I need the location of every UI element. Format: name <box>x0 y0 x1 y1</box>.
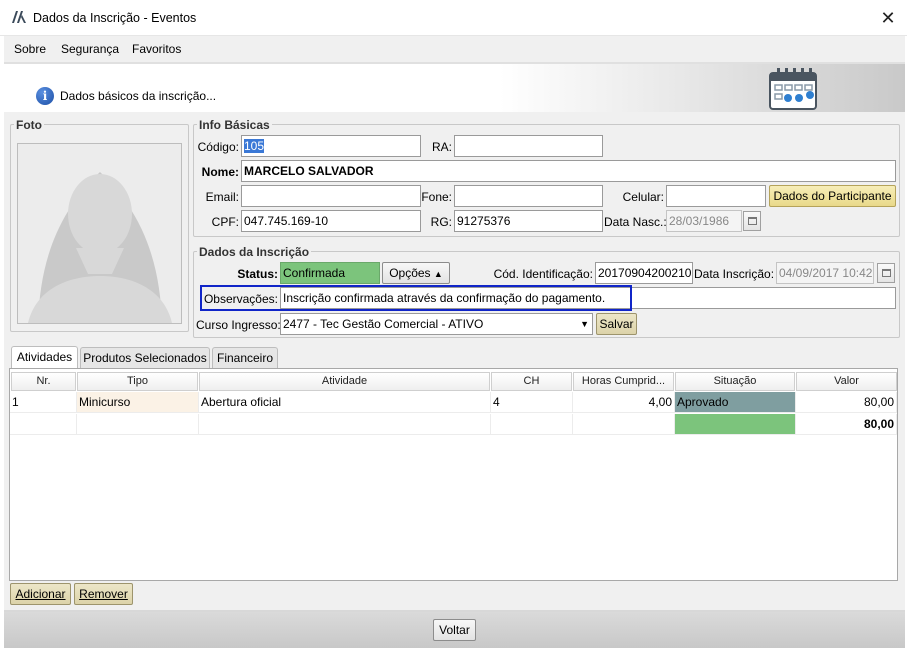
cell-situacao[interactable]: Aprovado <box>675 392 796 413</box>
calendar-picker-icon[interactable] <box>743 211 761 231</box>
foto-label: Foto <box>14 118 44 132</box>
cell-atividade[interactable]: Abertura oficial <box>199 392 491 413</box>
voltar-button[interactable]: Voltar <box>433 619 476 641</box>
tab-produtos-selecionados[interactable]: Produtos Selecionados <box>80 347 210 368</box>
codigo-field[interactable]: 105 <box>241 135 421 157</box>
cpf-label: CPF: <box>211 215 239 229</box>
opcoes-label: Opções <box>389 266 431 280</box>
tab-atividades[interactable]: Atividades <box>11 346 78 368</box>
curso-ingresso-select[interactable]: 2477 - Tec Gestão Comercial - ATIVO ▼ <box>280 313 593 335</box>
header-text: Dados básicos da inscrição... <box>60 89 217 103</box>
status-label: Status: <box>237 267 278 281</box>
codigo-value: 105 <box>244 139 265 153</box>
caret-up-icon: ▲ <box>433 269 443 279</box>
column-header-atividade[interactable]: Atividade <box>199 372 490 391</box>
email-label: Email: <box>205 190 239 204</box>
cell-horas[interactable]: 4,00 <box>573 392 675 413</box>
column-header-valor[interactable]: Valor <box>796 372 897 391</box>
data-nasc-label: Data Nasc.: <box>604 215 667 229</box>
window-title: Dados da Inscrição - Eventos <box>33 11 197 25</box>
column-header-situacao[interactable]: Situação <box>675 372 795 391</box>
column-header-tipo[interactable]: Tipo <box>77 372 198 391</box>
ra-field[interactable] <box>454 135 603 157</box>
total-row-cell <box>77 414 199 435</box>
total-row-situacao-cell <box>675 414 796 435</box>
cell-valor[interactable]: 80,00 <box>796 392 897 413</box>
cod-ident-field[interactable]: 201709042002105 <box>595 262 693 284</box>
tab-financeiro[interactable]: Financeiro <box>212 347 278 368</box>
data-inscricao-label: Data Inscrição: <box>694 267 775 281</box>
total-row-cell <box>10 414 77 435</box>
fone-field[interactable] <box>454 185 603 207</box>
menu-sobre[interactable]: Sobre <box>14 42 46 56</box>
dados-participante-button[interactable]: Dados do Participante <box>769 185 896 207</box>
curso-ingresso-label: Curso Ingresso: <box>196 318 281 332</box>
fone-label: Fone: <box>421 190 452 204</box>
rg-field[interactable]: 91275376 <box>454 210 603 232</box>
close-icon[interactable]: ✕ <box>876 6 900 30</box>
nome-label: Nome: <box>201 165 239 179</box>
celular-label: Celular: <box>622 190 664 204</box>
data-nasc-field[interactable]: 28/03/1986 <box>666 210 742 232</box>
total-row-cell <box>491 414 573 435</box>
dados-inscricao-label: Dados da Inscrição <box>197 245 312 259</box>
menu-favoritos[interactable]: Favoritos <box>132 42 181 56</box>
chevron-down-icon: ▼ <box>580 319 589 329</box>
cell-tipo[interactable]: Minicurso <box>77 392 199 413</box>
menu-seguranca[interactable]: Segurança <box>61 42 119 56</box>
ra-label: RA: <box>431 140 452 154</box>
total-row-cell <box>573 414 675 435</box>
total-row-cell <box>199 414 491 435</box>
curso-ingresso-value: 2477 - Tec Gestão Comercial - ATIVO <box>283 317 484 331</box>
data-inscricao-field[interactable]: 04/09/2017 10:42 <box>776 262 874 284</box>
cell-ch[interactable]: 4 <box>491 392 573 413</box>
adicionar-label: Adicionar <box>15 587 66 601</box>
info-basicas-label: Info Básicas <box>197 118 272 132</box>
codigo-label: Código: <box>197 140 239 154</box>
photo-placeholder <box>17 143 182 324</box>
cod-ident-label: Cód. Identificação: <box>493 267 593 281</box>
cpf-field[interactable]: 047.745.169-10 <box>241 210 421 232</box>
opcoes-button[interactable]: Opções ▲ <box>382 262 450 284</box>
status-field[interactable]: Confirmada <box>280 262 380 284</box>
app-logo-icon <box>12 11 26 23</box>
highlight-box <box>200 285 632 311</box>
adicionar-button[interactable]: Adicionar <box>10 583 71 605</box>
celular-field[interactable] <box>666 185 766 207</box>
remover-button[interactable]: Remover <box>74 583 133 605</box>
cell-nr[interactable]: 1 <box>10 392 77 413</box>
remover-label: Remover <box>79 587 128 601</box>
nome-field[interactable]: MARCELO SALVADOR <box>241 160 896 182</box>
info-icon: i <box>36 87 54 105</box>
column-header-nr[interactable]: Nr. <box>11 372 76 391</box>
email-field[interactable] <box>241 185 421 207</box>
calendar-check-icon <box>769 68 817 110</box>
salvar-button[interactable]: Salvar <box>596 313 637 335</box>
column-header-ch[interactable]: CH <box>491 372 572 391</box>
person-silhouette-icon <box>18 144 181 323</box>
column-header-horas[interactable]: Horas Cumprid... <box>573 372 674 391</box>
rg-label: RG: <box>430 215 452 229</box>
total-valor: 80,00 <box>796 414 897 435</box>
calendar-picker-icon[interactable] <box>877 263 895 283</box>
